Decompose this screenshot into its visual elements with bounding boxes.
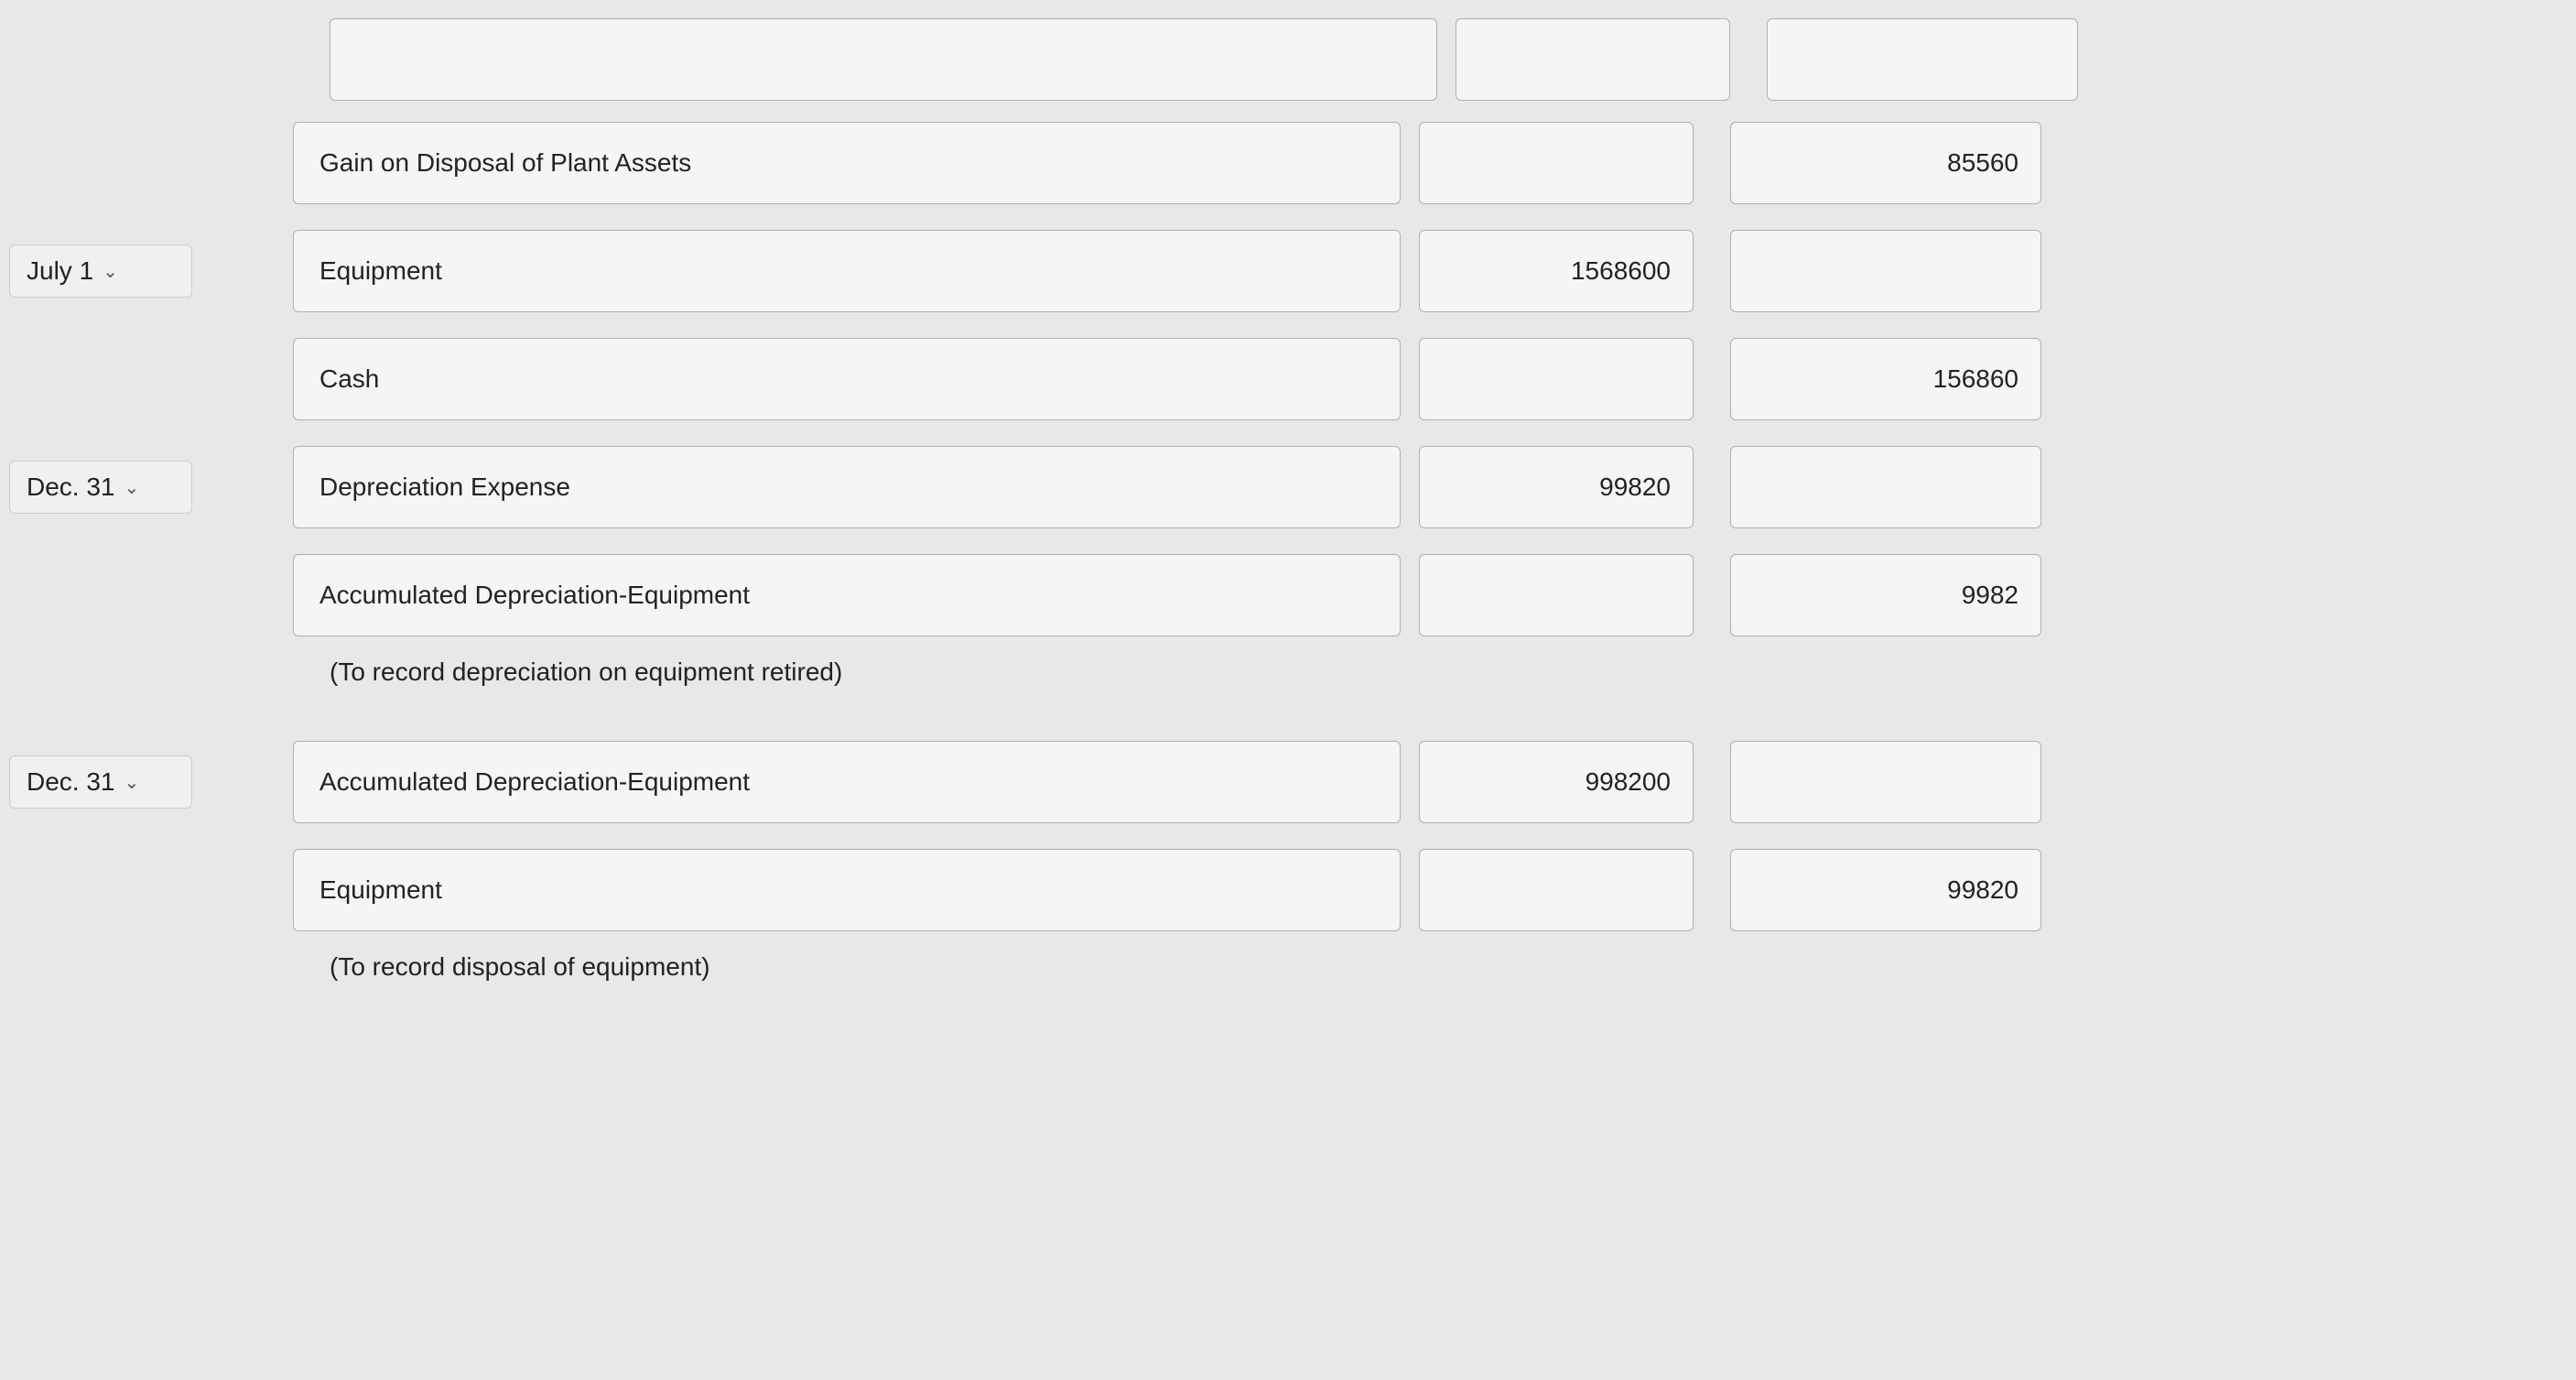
gain-credit-cell: 85560 [1712, 122, 2060, 204]
accum-dep-account-input[interactable]: Accumulated Depreciation-Equipment [293, 554, 1401, 636]
accum-dep-debit-input[interactable] [1419, 554, 1694, 636]
top-account-box[interactable] [330, 18, 1437, 101]
dec31-accum-chevron-icon: ⌄ [124, 771, 140, 794]
cash-account-label: Cash [319, 364, 379, 394]
note2-row: (To record disposal of equipment) [0, 952, 2576, 982]
accum-dep2-credit-input[interactable] [1730, 741, 2041, 823]
equipment-debit-input[interactable]: 1568600 [1419, 230, 1694, 312]
note1-row: (To record depreciation on equipment ret… [0, 657, 2576, 687]
accum-dep2-account-input[interactable]: Accumulated Depreciation-Equipment [293, 741, 1401, 823]
equipment2-row: Equipment 99820 [0, 844, 2576, 936]
july1-chevron-icon: ⌄ [103, 260, 118, 283]
accum-dep2-debit-cell: 998200 [1401, 741, 1712, 823]
cash-account-input[interactable]: Cash [293, 338, 1401, 420]
july1-date-dropdown[interactable]: July 1 ⌄ [9, 244, 192, 298]
accum-dep-credit-cell: 9982 [1712, 554, 2060, 636]
accum-dep-account-cell: Accumulated Depreciation-Equipment [256, 554, 1401, 636]
dec31-depreciation-date-dropdown[interactable]: Dec. 31 ⌄ [9, 461, 192, 514]
gain-account-input[interactable]: Gain on Disposal of Plant Assets [293, 122, 1401, 204]
july1-equipment-row: July 1 ⌄ Equipment 1568600 [0, 225, 2576, 317]
depreciation-account-cell: Depreciation Expense [256, 446, 1401, 528]
accum-dep2-debit-input[interactable]: 998200 [1419, 741, 1694, 823]
accum-dep-debit-cell [1401, 554, 1712, 636]
equipment2-account-label: Equipment [319, 875, 442, 905]
gain-debit-input[interactable] [1419, 122, 1694, 204]
equipment2-credit-input[interactable]: 99820 [1730, 849, 2041, 931]
accum-dep2-debit-value: 998200 [1586, 767, 1671, 797]
top-debit-box[interactable] [1456, 18, 1730, 101]
cash-credit-value: 156860 [1933, 364, 2019, 394]
journal-container: Gain on Disposal of Plant Assets 85560 J… [0, 0, 2576, 1022]
gain-credit-value: 85560 [1947, 148, 2019, 178]
top-credit-box[interactable] [1767, 18, 2078, 101]
cash-account-cell: Cash [256, 338, 1401, 420]
cash-row: Cash 156860 [0, 333, 2576, 425]
top-credit-area [1748, 18, 2096, 101]
accum-dep-credit-input[interactable]: 9982 [1730, 554, 2041, 636]
equipment-credit-input[interactable] [1730, 230, 2041, 312]
accum-dep2-credit-cell [1712, 741, 2060, 823]
july1-date-label: July 1 [27, 256, 93, 286]
equipment-account-label: Equipment [319, 256, 442, 286]
dec31-accum-date-cell: Dec. 31 ⌄ [0, 755, 256, 809]
cash-credit-input[interactable]: 156860 [1730, 338, 2041, 420]
accum-dep-credit-value: 9982 [1962, 581, 2019, 610]
depreciation-credit-input[interactable] [1730, 446, 2041, 528]
depreciation-account-label: Depreciation Expense [319, 473, 570, 502]
accum-dep2-account-label: Accumulated Depreciation-Equipment [319, 767, 750, 797]
accum-dep-account-label: Accumulated Depreciation-Equipment [319, 581, 750, 610]
equipment-account-input[interactable]: Equipment [293, 230, 1401, 312]
gain-debit-cell [1401, 122, 1712, 204]
equipment2-credit-value: 99820 [1947, 875, 2019, 905]
dec31-accum-row: Dec. 31 ⌄ Accumulated Depreciation-Equip… [0, 736, 2576, 828]
top-debit-area [1437, 18, 1748, 101]
equipment2-account-cell: Equipment [256, 849, 1401, 931]
equipment2-account-input[interactable]: Equipment [293, 849, 1401, 931]
cash-debit-cell [1401, 338, 1712, 420]
equipment-debit-cell: 1568600 [1401, 230, 1712, 312]
equipment2-credit-cell: 99820 [1712, 849, 2060, 931]
equipment-debit-value: 1568600 [1571, 256, 1671, 286]
dec31-depreciation-date-cell: Dec. 31 ⌄ [0, 461, 256, 514]
cash-credit-cell: 156860 [1712, 338, 2060, 420]
top-account-area [293, 18, 1437, 101]
dec31-depreciation-row: Dec. 31 ⌄ Depreciation Expense 99820 [0, 441, 2576, 533]
dec31-accum-date-dropdown[interactable]: Dec. 31 ⌄ [9, 755, 192, 809]
cash-debit-input[interactable] [1419, 338, 1694, 420]
gain-account-label: Gain on Disposal of Plant Assets [319, 148, 691, 178]
note1-text: (To record depreciation on equipment ret… [293, 657, 842, 687]
top-border-row [0, 18, 2576, 101]
equipment2-debit-input[interactable] [1419, 849, 1694, 931]
equipment-credit-cell [1712, 230, 2060, 312]
depreciation-credit-cell [1712, 446, 2060, 528]
note2-text: (To record disposal of equipment) [293, 952, 710, 982]
depreciation-account-input[interactable]: Depreciation Expense [293, 446, 1401, 528]
depreciation-debit-cell: 99820 [1401, 446, 1712, 528]
accum-dep-row: Accumulated Depreciation-Equipment 9982 [0, 549, 2576, 641]
depreciation-debit-value: 99820 [1599, 473, 1671, 502]
gain-credit-input[interactable]: 85560 [1730, 122, 2041, 204]
dec31-depreciation-chevron-icon: ⌄ [124, 476, 140, 499]
gain-account-cell: Gain on Disposal of Plant Assets [256, 122, 1401, 204]
dec31-accum-date-label: Dec. 31 [27, 767, 115, 797]
july1-date-cell: July 1 ⌄ [0, 244, 256, 298]
depreciation-debit-input[interactable]: 99820 [1419, 446, 1694, 528]
gain-row: Gain on Disposal of Plant Assets 85560 [0, 117, 2576, 209]
equipment2-debit-cell [1401, 849, 1712, 931]
dec31-depreciation-date-label: Dec. 31 [27, 473, 115, 502]
equipment-account-cell: Equipment [256, 230, 1401, 312]
accum-dep2-account-cell: Accumulated Depreciation-Equipment [256, 741, 1401, 823]
